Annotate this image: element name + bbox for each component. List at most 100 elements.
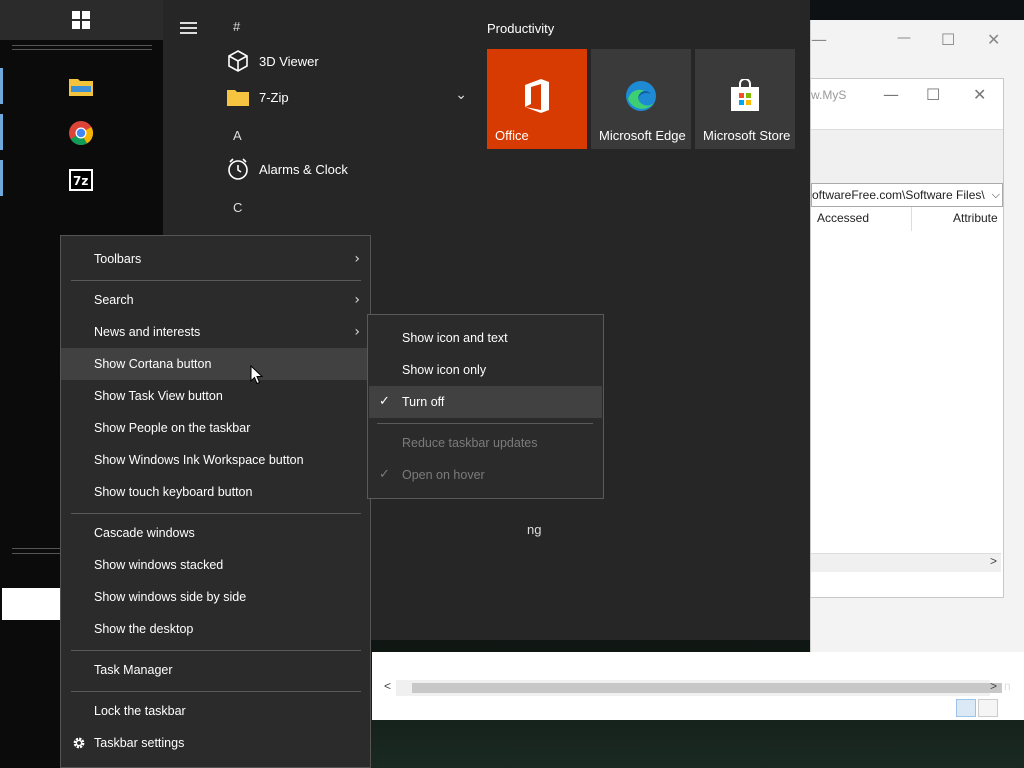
address-text: oftwareFree.com\Software Files\	[812, 188, 985, 202]
tile-label: Microsoft Edge	[599, 128, 686, 143]
horizontal-scrollbar[interactable]	[396, 680, 1002, 696]
menu-item-label: Show People on the taskbar	[94, 421, 251, 435]
submenu-item-show-icon-and-text[interactable]: Show icon and text	[369, 322, 602, 354]
menu-item-label: Show windows side by side	[94, 590, 247, 604]
submenu-item-show-icon-only[interactable]: Show icon only	[369, 354, 602, 386]
active-indicator	[0, 114, 3, 150]
7zip-icon[interactable]: 7z	[69, 169, 93, 191]
tiles-view-icon[interactable]	[978, 699, 998, 717]
app-alarms-clock[interactable]: Alarms & Clock	[227, 155, 348, 183]
details-view-icon[interactable]	[956, 699, 976, 717]
active-indicator	[0, 68, 3, 104]
tile-group-title[interactable]: Productivity	[487, 21, 554, 36]
tile-microsoft-store[interactable]: Microsoft Store	[695, 49, 795, 149]
tile-office[interactable]: Office	[487, 49, 587, 149]
scroll-right-icon[interactable]: >	[990, 554, 997, 568]
close-icon[interactable]: ✕	[973, 85, 986, 104]
menu-item-label: Show the desktop	[94, 622, 194, 636]
menu-item-show-cortana-button[interactable]: Show Cortana button	[61, 348, 370, 380]
menu-item-show-windows-stacked[interactable]: Show windows stacked	[61, 549, 370, 581]
minimize-icon[interactable]: —	[811, 30, 827, 49]
chrome-icon[interactable]	[68, 120, 94, 146]
tile-microsoft-edge[interactable]: Microsoft Edge	[591, 49, 691, 149]
title-fragment: w.MyS	[811, 88, 847, 102]
app-label: 3D Viewer	[259, 53, 319, 69]
app-label: Alarms & Clock	[259, 161, 348, 177]
chevron-down-icon[interactable]: ⌄	[455, 87, 467, 103]
partial-app-label: ng	[527, 522, 542, 537]
menu-separator	[71, 280, 361, 281]
chevron-right-icon: ›	[354, 324, 360, 340]
checkmark-icon: ✓	[379, 394, 390, 409]
gear-icon	[73, 737, 85, 749]
menu-separator	[71, 650, 361, 651]
section-letter[interactable]: #	[233, 19, 240, 34]
svg-text:7z: 7z	[73, 174, 88, 188]
menu-item-label: Cascade windows	[94, 526, 195, 540]
menu-item-label: Show touch keyboard button	[94, 485, 253, 499]
menu-item-toolbars[interactable]: Toolbars ›	[61, 243, 370, 275]
file-explorer-icon[interactable]	[69, 76, 93, 96]
scrollbar-thumb[interactable]	[412, 683, 1002, 693]
submenu-item-open-on-hover: ✓ Open on hover	[369, 459, 602, 491]
app-7zip[interactable]: 7-Zip ⌄	[227, 83, 467, 111]
hamburger-menu-icon[interactable]	[180, 22, 197, 37]
menu-item-label: Task Manager	[94, 663, 173, 677]
store-icon	[731, 79, 759, 111]
menu-item-taskbar-settings[interactable]: Taskbar settings	[61, 727, 370, 759]
minimize-icon[interactable]: —	[897, 30, 911, 46]
menu-item-lock-the-taskbar[interactable]: Lock the taskbar	[61, 695, 370, 727]
horizontal-scrollbar[interactable]	[811, 553, 1001, 572]
menu-item-show-ink-workspace[interactable]: Show Windows Ink Workspace button	[61, 444, 370, 476]
app-3d-viewer[interactable]: 3D Viewer	[227, 47, 319, 75]
menu-item-show-the-desktop[interactable]: Show the desktop	[61, 613, 370, 645]
edge-icon	[626, 81, 656, 111]
submenu-item-reduce-taskbar-updates: Reduce taskbar updates	[369, 427, 602, 459]
menu-item-label: Show Cortana button	[94, 357, 212, 371]
taskbar-context-menu: Toolbars › Search › News and interests ›…	[60, 235, 371, 768]
menu-separator	[377, 423, 593, 424]
menu-item-show-people[interactable]: Show People on the taskbar	[61, 412, 370, 444]
scroll-right-icon[interactable]: >	[990, 679, 997, 693]
menu-item-label: News and interests	[94, 325, 201, 339]
address-bar[interactable]: oftwareFree.com\Software Files\ ⌵	[811, 183, 1003, 207]
divider	[12, 49, 152, 50]
close-icon[interactable]: ✕	[987, 30, 1000, 49]
scroll-left-icon[interactable]: <	[384, 679, 391, 693]
menu-item-label: Show Windows Ink Workspace button	[94, 453, 304, 467]
clock-icon	[227, 158, 249, 180]
minimize-icon[interactable]: —	[883, 85, 899, 104]
section-letter[interactable]: C	[233, 200, 242, 215]
menu-item-news-and-interests[interactable]: News and interests ›	[61, 316, 370, 348]
news-and-interests-submenu: Show icon and text Show icon only ✓ Turn…	[367, 314, 604, 499]
menu-item-search[interactable]: Search ›	[61, 284, 370, 316]
section-letter[interactable]: A	[233, 128, 242, 143]
menu-item-cascade-windows[interactable]: Cascade windows	[61, 517, 370, 549]
ribbon	[811, 129, 1003, 185]
chevron-down-icon[interactable]: ⌵	[989, 184, 1000, 206]
menu-item-show-touch-keyboard[interactable]: Show touch keyboard button	[61, 476, 370, 508]
mouse-cursor-icon	[250, 365, 264, 385]
maximize-icon[interactable]: ☐	[941, 30, 955, 49]
background-window-bottom: < > n	[372, 652, 1024, 720]
menu-item-label: Lock the taskbar	[94, 704, 186, 718]
menu-item-task-manager[interactable]: Task Manager	[61, 654, 370, 686]
active-indicator	[0, 160, 3, 196]
chevron-right-icon: ›	[354, 251, 360, 267]
menu-item-show-task-view-button[interactable]: Show Task View button	[61, 380, 370, 412]
explorer-window: w.MyS — ☐ ✕ oftwareFree.com\Software Fil…	[810, 78, 1004, 598]
menu-item-label: Toolbars	[94, 252, 142, 266]
menu-item-show-windows-side-by-side[interactable]: Show windows side by side	[61, 581, 370, 613]
start-button[interactable]	[0, 0, 163, 40]
submenu-item-label: Show icon only	[402, 363, 487, 377]
column-divider[interactable]	[911, 207, 912, 231]
search-box-fragment[interactable]	[2, 588, 62, 620]
column-header-attributes[interactable]: Attribute	[953, 211, 998, 225]
submenu-item-label: Turn off	[402, 395, 445, 409]
column-header-accessed[interactable]: Accessed	[817, 211, 869, 225]
office-icon	[525, 79, 549, 113]
submenu-item-turn-off[interactable]: ✓ Turn off	[369, 386, 602, 418]
menu-item-label: Taskbar settings	[94, 736, 185, 750]
maximize-icon[interactable]: ☐	[926, 85, 940, 104]
chevron-right-icon: ›	[354, 292, 360, 308]
